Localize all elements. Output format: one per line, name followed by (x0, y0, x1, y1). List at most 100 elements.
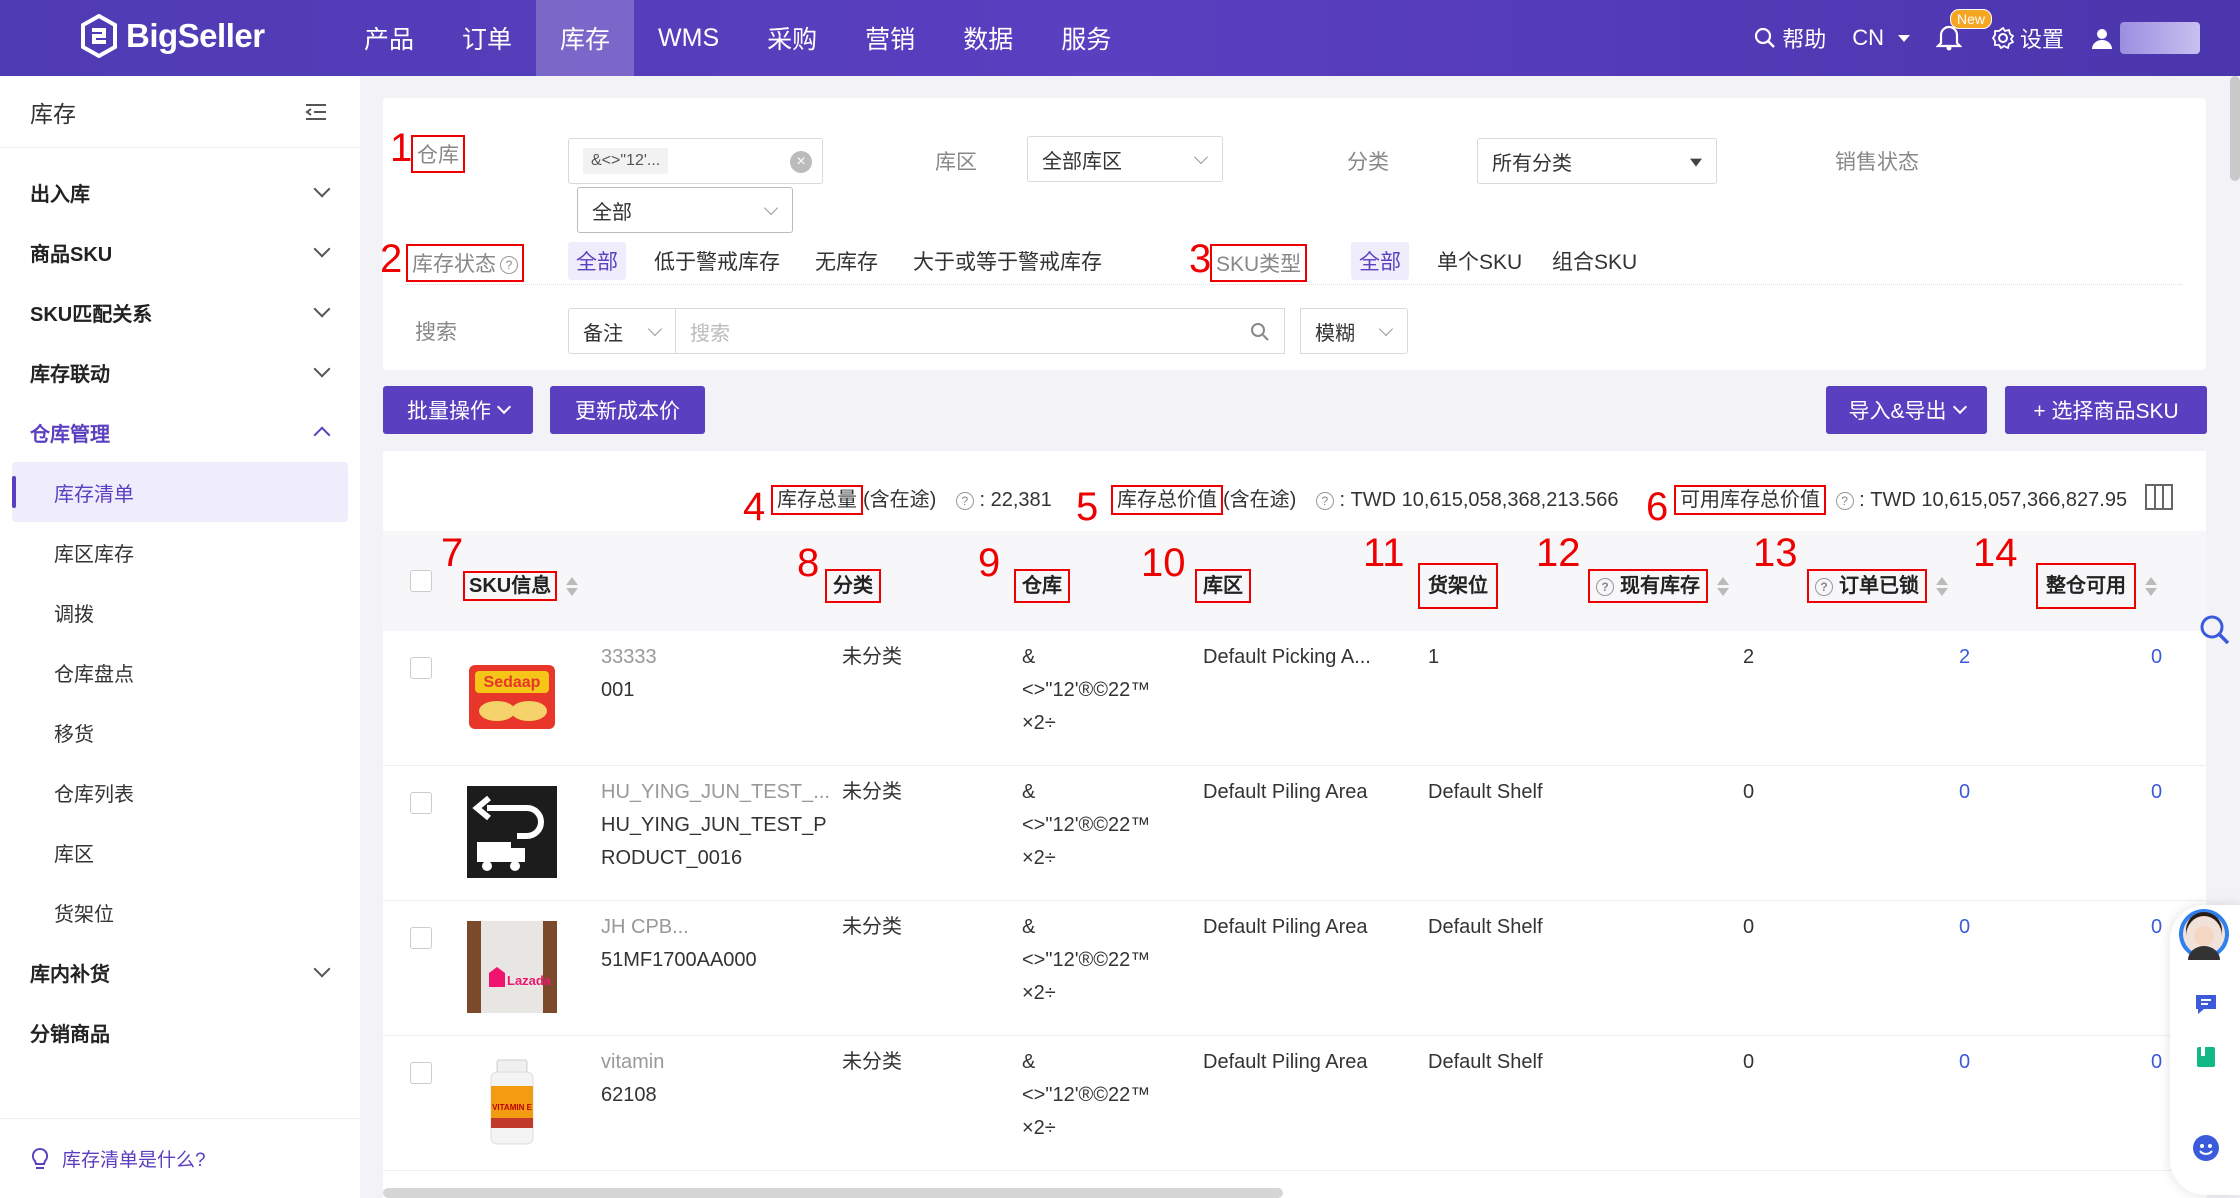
sidebar-item-shelf[interactable]: 货架位 (0, 882, 360, 942)
warehouse-value-line1: & (1022, 1051, 1036, 1073)
sidebar-item-inventory-list[interactable]: 库存清单 (12, 462, 348, 522)
zone-value: Default Picking A... (1203, 646, 1371, 668)
stock-status-option-below-alert[interactable]: 低于警戒库存 (654, 246, 780, 276)
help-icon[interactable]: ? (1835, 491, 1854, 510)
nav-item-marketing[interactable]: 营销 (841, 0, 939, 76)
select-sku-button[interactable]: + 选择商品SKU (2005, 386, 2207, 434)
product-thumbnail[interactable] (467, 786, 557, 878)
help-icon[interactable]: ? (1315, 491, 1334, 510)
sort-icon[interactable] (2144, 575, 2158, 599)
row-checkbox[interactable] (410, 1062, 432, 1084)
batch-actions-button[interactable]: 批量操作 (383, 386, 533, 434)
stock-status-option-above-alert[interactable]: 大于或等于警戒库存 (913, 246, 1102, 276)
in-transit-note: (含在途) (863, 489, 937, 511)
help-icon[interactable]: ? (1815, 577, 1833, 596)
locked-value-link[interactable]: 0 (1959, 776, 1970, 809)
available-value-link[interactable]: 0 (2151, 776, 2162, 809)
row-checkbox[interactable] (410, 657, 432, 679)
search-icon[interactable] (2198, 613, 2232, 647)
sidebar-group-in-out[interactable]: 出入库 (0, 162, 360, 222)
nav-item-data[interactable]: 数据 (939, 0, 1037, 76)
sort-icon[interactable] (1935, 575, 1949, 599)
sidebar-group-replenish[interactable]: 库内补货 (0, 942, 360, 1002)
search-input[interactable]: 搜索 (675, 308, 1285, 354)
product-thumbnail[interactable]: Sedaap (467, 651, 557, 743)
search-icon[interactable] (1250, 322, 1270, 342)
locked-value-link[interactable]: 2 (1959, 641, 1970, 674)
column-header-available[interactable]: 整仓可用 (2036, 563, 2158, 609)
locked-value-link[interactable]: 0 (1959, 911, 1970, 944)
search-field-select[interactable]: 备注 (568, 308, 676, 354)
select-all-checkbox[interactable] (410, 570, 432, 592)
clear-icon[interactable]: × (790, 151, 812, 173)
sku-name[interactable]: vitamin (601, 1046, 664, 1079)
match-mode-select[interactable]: 模糊 (1300, 308, 1408, 354)
sku-type-option-bundle[interactable]: 组合SKU (1552, 246, 1637, 276)
nav-item-wms[interactable]: WMS (634, 0, 743, 76)
sidebar-group-distribution[interactable]: 分销商品 (0, 1002, 360, 1062)
category-select[interactable]: 所有分类 (1477, 138, 1717, 184)
column-header-sku-info[interactable]: SKU信息 (463, 569, 579, 601)
product-thumbnail[interactable]: Lazada (467, 921, 557, 1013)
sidebar-item-zone-stock[interactable]: 库区库存 (0, 522, 360, 582)
annotation-number: 6 (1646, 485, 1669, 529)
sidebar-item-zone[interactable]: 库区 (0, 822, 360, 882)
row-checkbox[interactable] (410, 927, 432, 949)
support-agent-avatar[interactable] (2178, 908, 2230, 960)
help-footer-link[interactable]: 库存清单是什么? (0, 1118, 360, 1198)
main-nav: 产品 订单 库存 WMS 采购 营销 数据 服务 (340, 0, 1135, 76)
sku-type-option-single[interactable]: 单个SKU (1437, 246, 1522, 276)
collapse-menu-icon[interactable] (304, 102, 328, 122)
locked-value-link[interactable]: 0 (1959, 1046, 1970, 1079)
sidebar-item-move[interactable]: 移货 (0, 702, 360, 762)
sidebar-item-stocktake[interactable]: 仓库盘点 (0, 642, 360, 702)
nav-item-purchase[interactable]: 采购 (743, 0, 841, 76)
warehouse-select[interactable]: 全部 (577, 187, 793, 233)
nav-item-products[interactable]: 产品 (340, 0, 438, 76)
available-value-link[interactable]: 0 (2151, 911, 2162, 944)
notifications-button[interactable]: New (1935, 9, 1992, 53)
nav-item-orders[interactable]: 订单 (438, 0, 536, 76)
sidebar-group-sku-mapping[interactable]: SKU匹配关系 (0, 282, 360, 342)
available-value-link[interactable]: 0 (2151, 641, 2162, 674)
available-value-link[interactable]: 0 (2151, 1046, 2162, 1079)
page-scrollbar[interactable] (2230, 76, 2240, 181)
thumb-brand-text: VITAMIN E (492, 1103, 533, 1112)
stock-status-option-all[interactable]: 全部 (568, 242, 626, 280)
nav-item-service[interactable]: 服务 (1037, 0, 1135, 76)
sidebar-item-warehouse-list[interactable]: 仓库列表 (0, 762, 360, 822)
settings-link[interactable]: 设置 (1991, 22, 2064, 54)
sort-icon[interactable] (565, 575, 579, 599)
horizontal-scrollbar[interactable] (383, 1188, 1283, 1198)
help-icon[interactable]: ? (1596, 577, 1614, 596)
sidebar-item-transfer[interactable]: 调拨 (0, 582, 360, 642)
zone-select[interactable]: 全部库区 (1027, 136, 1223, 182)
column-header-on-hand[interactable]: ? 现有库存 (1588, 569, 1730, 603)
product-thumbnail[interactable]: VITAMIN E (467, 1056, 557, 1148)
warehouse-multiselect[interactable]: &<>"12'... × (568, 138, 823, 184)
row-checkbox[interactable] (410, 792, 432, 814)
sku-name[interactable]: HU_YING_JUN_TEST_... (601, 776, 830, 809)
help-link[interactable]: 帮助 (1754, 22, 1826, 54)
bigseller-logo[interactable]: BigSeller (80, 14, 265, 58)
sidebar-group-warehouse-mgmt[interactable]: 仓库管理 (0, 402, 360, 462)
sku-name[interactable]: 33333 (601, 641, 657, 674)
language-select[interactable]: CN (1852, 25, 1910, 51)
columns-settings-icon[interactable] (2144, 483, 2174, 511)
stock-status-option-none[interactable]: 无库存 (815, 246, 878, 276)
update-cost-button[interactable]: 更新成本价 (550, 386, 705, 434)
nav-item-inventory[interactable]: 库存 (536, 0, 635, 76)
help-icon[interactable]: ? (500, 256, 518, 275)
smile-bot-icon[interactable] (2192, 1134, 2220, 1162)
import-export-button[interactable]: 导入&导出 (1826, 386, 1987, 434)
book-icon[interactable] (2194, 1045, 2218, 1069)
sidebar-group-stock-sync[interactable]: 库存联动 (0, 342, 360, 402)
sort-icon[interactable] (1716, 575, 1730, 599)
help-icon[interactable]: ? (955, 491, 974, 510)
sku-type-option-all[interactable]: 全部 (1351, 242, 1409, 280)
chat-icon[interactable] (2194, 992, 2218, 1016)
column-header-locked[interactable]: ? 订单已锁 (1807, 569, 1949, 603)
sku-name[interactable]: JH CPB... (601, 911, 689, 944)
sidebar-group-product-sku[interactable]: 商品SKU (0, 222, 360, 282)
user-menu[interactable] (2090, 22, 2200, 54)
